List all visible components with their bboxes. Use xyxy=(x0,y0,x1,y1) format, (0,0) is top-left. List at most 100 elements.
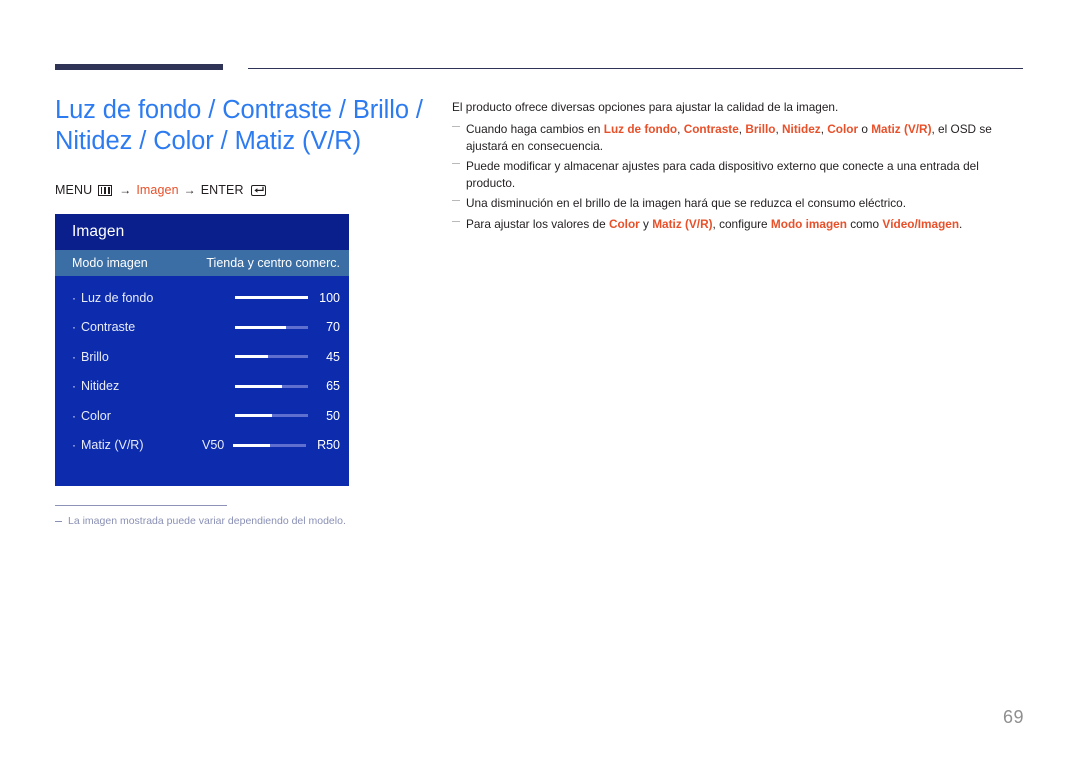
osd-slider[interactable] xyxy=(233,443,306,447)
content-bullet-item: Puede modificar y almacenar ajustes para… xyxy=(452,158,1024,191)
highlighted-term: Matiz (V/R) xyxy=(652,216,713,231)
osd-slider-left-cap: V50 xyxy=(202,438,225,453)
osd-row-value: R50 xyxy=(317,438,340,453)
osd-row[interactable]: · Nitidez 65 xyxy=(55,372,349,402)
bullet-dash-icon xyxy=(452,220,460,222)
highlighted-term: Modo imagen xyxy=(770,216,847,231)
highlighted-term: Brillo xyxy=(745,122,776,136)
osd-row-label: Brillo xyxy=(81,349,109,364)
osd-slider-fill xyxy=(235,384,283,388)
osd-header-title: Imagen xyxy=(72,223,125,240)
content-bullet-item: Para ajustar los valores de Color y Mati… xyxy=(452,216,1024,233)
image-footnote-block: La imagen mostrada puede variar dependie… xyxy=(55,505,349,528)
osd-row-control: 100 xyxy=(235,291,340,305)
highlighted-term: Matiz (V/R) xyxy=(871,122,932,136)
top-rule-group xyxy=(55,64,1023,74)
osd-slider[interactable] xyxy=(235,325,308,329)
osd-row-list: · Luz de fondo 100 · Contraste 70 · Brillo 45 · Ni… xyxy=(55,276,349,460)
osd-row-modo-imagen-label: Modo imagen xyxy=(72,256,148,270)
osd-row-control: 70 xyxy=(235,320,340,334)
highlighted-term: Contraste xyxy=(683,122,739,136)
osd-row-bullet-icon: · xyxy=(72,290,76,305)
bullet-text-run: Puede modificar y almacenar ajustes para… xyxy=(466,159,979,190)
osd-row-bullet-icon: · xyxy=(72,320,76,335)
menu-path-enter-label: ENTER xyxy=(200,183,244,197)
bullet-text-run: Una disminución en el brillo de la image… xyxy=(466,196,907,210)
osd-picture-menu-panel: Imagen Modo imagen Tienda y centro comer… xyxy=(55,214,349,486)
footnote-dash-icon xyxy=(55,521,62,522)
menu-path-target: Imagen xyxy=(136,183,179,197)
content-bullet-item: Una disminución en el brillo de la image… xyxy=(452,195,1024,212)
bullet-text-run: Para ajustar los valores de xyxy=(466,216,609,231)
osd-row-label: Contraste xyxy=(81,320,136,335)
page-title: Luz de fondo / Contraste / Brillo / Niti… xyxy=(55,96,423,155)
content-bullet-text: Puede modificar y almacenar ajustes para… xyxy=(466,158,1024,191)
osd-row-label: Color xyxy=(81,408,111,423)
bullet-dash-icon xyxy=(452,200,460,202)
content-bullet-text: Para ajustar los valores de Color y Mati… xyxy=(466,216,1024,233)
page-number: 69 xyxy=(1002,707,1024,727)
osd-row[interactable]: · Matiz (V/R) V50 R50 xyxy=(55,431,349,461)
menu-path-breadcrumb: MENU → Imagen → ENTER xyxy=(55,183,425,197)
osd-row-value: 100 xyxy=(319,290,340,305)
highlighted-term: Color xyxy=(608,216,640,231)
osd-slider-fill xyxy=(233,443,270,447)
footnote-divider xyxy=(55,505,227,506)
image-footnote: La imagen mostrada puede variar dependie… xyxy=(55,514,349,528)
osd-row-value: 65 xyxy=(326,379,340,394)
content-bullet-text: Cuando haga cambios en Luz de fondo, Con… xyxy=(466,121,1024,154)
enter-key-icon xyxy=(250,184,266,196)
highlighted-term: Luz de fondo xyxy=(603,122,678,136)
content-bullet-text: Una disminución en el brillo de la image… xyxy=(466,195,1024,212)
osd-row-label: Matiz (V/R) xyxy=(81,438,144,453)
osd-slider-fill xyxy=(235,296,308,300)
highlighted-term: Vídeo/Imagen xyxy=(882,216,960,231)
menu-path-arrow-2: → xyxy=(183,183,196,197)
content-bullet-item: Cuando haga cambios en Luz de fondo, Con… xyxy=(452,121,1024,154)
osd-row-modo-imagen[interactable]: Modo imagen Tienda y centro comerc. xyxy=(55,250,349,276)
menu-path-arrow-1: → xyxy=(119,183,132,197)
osd-slider-fill xyxy=(235,355,268,359)
osd-slider-fill xyxy=(235,414,272,418)
highlighted-term: Color xyxy=(827,122,859,136)
menu-grid-icon xyxy=(98,184,113,196)
osd-row-value: 45 xyxy=(326,349,340,364)
osd-slider[interactable] xyxy=(235,355,308,359)
content-bullet-list: Cuando haga cambios en Luz de fondo, Con… xyxy=(452,121,1024,232)
osd-row-bullet-icon: · xyxy=(72,438,76,453)
bullet-text-run: Cuando haga cambios en xyxy=(466,122,604,136)
bullet-dash-icon xyxy=(452,126,460,128)
osd-row-value: 70 xyxy=(326,320,340,335)
osd-row-label: Luz de fondo xyxy=(81,290,154,305)
osd-row-label: Nitidez xyxy=(81,379,120,394)
osd-row-control: 45 xyxy=(235,350,340,364)
bullet-dash-icon xyxy=(452,163,460,165)
bullet-text-run: . xyxy=(959,216,963,231)
bullet-text-run: o xyxy=(858,122,872,136)
osd-row-bullet-icon: · xyxy=(72,379,76,394)
header-rule-thick xyxy=(55,64,223,70)
osd-header: Imagen xyxy=(55,214,349,250)
osd-row-bullet-icon: · xyxy=(72,408,76,423)
osd-row[interactable]: · Brillo 45 xyxy=(55,342,349,372)
image-footnote-text: La imagen mostrada puede variar dependie… xyxy=(68,515,346,527)
bullet-text-run: y xyxy=(639,216,653,231)
highlighted-term: Nitidez xyxy=(782,122,821,136)
content-lead-paragraph: El producto ofrece diversas opciones par… xyxy=(452,100,839,114)
osd-row-control: 65 xyxy=(235,379,340,393)
osd-row[interactable]: · Color 50 xyxy=(55,401,349,431)
osd-row[interactable]: · Luz de fondo 100 xyxy=(55,283,349,313)
osd-slider[interactable] xyxy=(235,414,308,418)
header-rule-thin xyxy=(248,68,1023,69)
osd-slider[interactable] xyxy=(235,296,308,300)
bullet-text-run: , configure xyxy=(712,216,771,231)
right-column: El producto ofrece diversas opciones par… xyxy=(452,99,1024,236)
left-column: Luz de fondo / Contraste / Brillo / Niti… xyxy=(55,95,425,528)
menu-path-menu-label: MENU xyxy=(55,183,93,197)
bullet-text-run: como xyxy=(846,216,883,231)
osd-row-value: 50 xyxy=(326,408,340,423)
osd-slider[interactable] xyxy=(235,384,308,388)
osd-row[interactable]: · Contraste 70 xyxy=(55,313,349,343)
osd-slider-fill xyxy=(235,325,287,329)
osd-row-bullet-icon: · xyxy=(72,349,76,364)
